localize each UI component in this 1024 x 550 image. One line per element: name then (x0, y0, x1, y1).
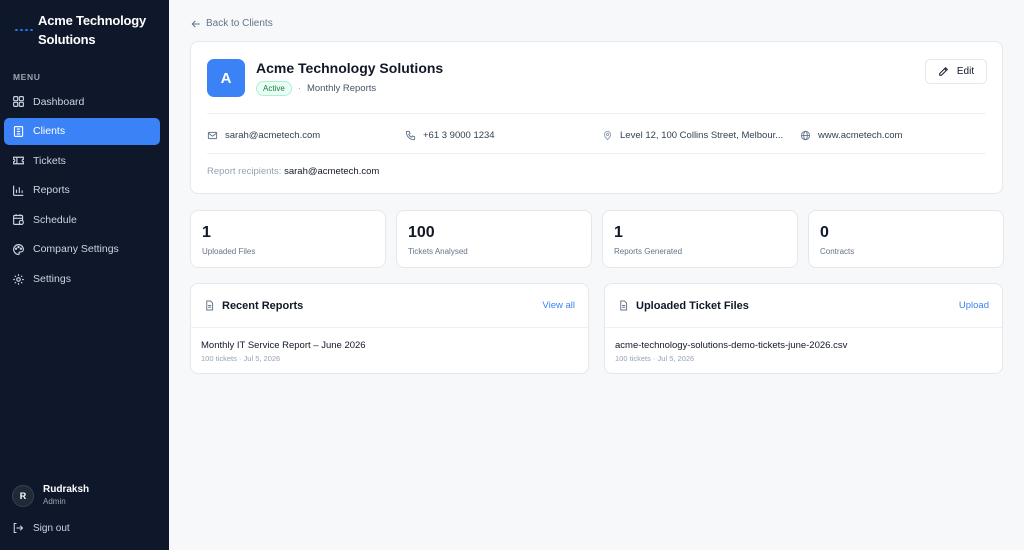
contact-address: Level 12, 100 Collins Street, Melbour... (602, 130, 783, 141)
sign-out-label: Sign out (33, 522, 70, 534)
recipients-value: sarah@acmetech.com (284, 166, 380, 177)
sidebar-nav: Dashboard Clients Tickets Reports Schedu… (4, 88, 160, 295)
user-name: Rudraksh (43, 484, 90, 495)
avatar: R (12, 484, 34, 507)
sidebar-item-label: Company Settings (33, 243, 119, 256)
status-badge: Active (256, 81, 292, 96)
recipients-label: Report recipients: (207, 166, 282, 177)
brand[interactable]: Acme Technology Solutions (13, 10, 165, 50)
client-name: Acme Technology Solutions (256, 60, 444, 76)
report-schedule: Monthly Reports (306, 83, 377, 94)
stat-value: 1 (614, 224, 623, 241)
sidebar-item-company-settings[interactable]: Company Settings (4, 236, 160, 263)
file-meta: 100 tickets · Jul 5, 2026 (615, 354, 695, 363)
stat-card-tickets-analysed: 100 Tickets Analysed (396, 210, 592, 268)
phone-icon (405, 130, 416, 141)
stat-label: Reports Generated (614, 247, 683, 256)
address-value: Level 12, 100 Collins Street, Melbour... (620, 130, 784, 141)
meta-separator: · (297, 83, 301, 94)
calendar-icon (13, 214, 24, 226)
stat-value: 1 (202, 224, 211, 241)
edit-button[interactable]: Edit (925, 59, 987, 84)
report-recipients: Report recipients: sarah@acmetech.com (207, 166, 379, 177)
sidebar-item-reports[interactable]: Reports (4, 177, 160, 204)
sidebar-item-tickets[interactable]: Tickets (4, 147, 160, 174)
sidebar-item-label: Settings (33, 273, 71, 286)
arrow-left-icon (191, 20, 200, 27)
client-details-card: A Acme Technology Solutions Active · Mon… (190, 41, 1003, 194)
stat-card-contracts: 0 Contracts (808, 210, 1004, 268)
document-icon (620, 300, 628, 311)
globe-icon (800, 130, 811, 141)
upload-link[interactable]: Upload (959, 300, 989, 311)
phone-value: +61 3 9000 1234 (423, 130, 495, 141)
panel-title: Uploaded Ticket Files (618, 300, 749, 312)
stat-value: 0 (820, 224, 829, 241)
divider (207, 153, 986, 154)
email-value: sarah@acmetech.com (225, 130, 321, 141)
divider (207, 113, 986, 114)
client-avatar: A (207, 59, 245, 97)
sign-out-button[interactable]: Sign out (12, 522, 70, 534)
ticket-icon (13, 156, 24, 165)
logo-icon (13, 26, 33, 34)
dashboard-icon (13, 96, 24, 107)
palette-icon (13, 244, 24, 255)
user-role: Admin (43, 497, 66, 506)
stat-label: Contracts (820, 247, 855, 256)
list-item[interactable]: Monthly IT Service Report – June 2026 10… (201, 340, 578, 363)
sidebar-item-clients[interactable]: Clients (4, 117, 160, 145)
stat-value: 100 (408, 224, 435, 241)
sidebar: Acme Technology Solutions MENU Dashboard… (0, 0, 169, 550)
sidebar-item-dashboard[interactable]: Dashboard (4, 88, 160, 115)
sidebar-item-label: Dashboard (33, 95, 85, 108)
stat-label: Tickets Analysed (408, 247, 468, 256)
file-name: acme-technology-solutions-demo-tickets-j… (615, 340, 848, 351)
view-all-link[interactable]: View all (542, 300, 575, 311)
uploaded-ticket-files-panel: Uploaded Ticket Files Upload acme-techno… (604, 283, 1003, 374)
list-item[interactable]: acme-technology-solutions-demo-tickets-j… (615, 340, 992, 363)
brand-name: Acme Technology Solutions (38, 13, 147, 47)
panel-title-text: Recent Reports (222, 299, 304, 312)
panel-header: Uploaded Ticket Files Upload (605, 284, 1002, 328)
panel-title-text: Uploaded Ticket Files (636, 299, 749, 312)
user-profile[interactable]: R Rudraksh Admin (12, 484, 89, 507)
contact-phone[interactable]: +61 3 9000 1234 (405, 130, 495, 141)
gear-icon (13, 273, 24, 285)
document-icon (206, 300, 214, 311)
back-to-clients-link[interactable]: Back to Clients (191, 18, 273, 29)
recent-reports-panel: Recent Reports View all Monthly IT Servi… (190, 283, 589, 374)
sidebar-item-settings[interactable]: Settings (4, 266, 160, 293)
sidebar-item-label: Reports (33, 184, 70, 197)
contact-email[interactable]: sarah@acmetech.com (207, 130, 320, 141)
map-pin-icon (603, 130, 612, 141)
sidebar-item-label: Clients (33, 125, 66, 138)
client-meta: Active · Monthly Reports (256, 81, 376, 96)
sidebar-item-schedule[interactable]: Schedule (4, 206, 160, 233)
website-value: www.acmetech.com (818, 130, 903, 141)
back-label: Back to Clients (206, 18, 273, 29)
clients-icon (13, 125, 24, 137)
panel-header: Recent Reports View all (191, 284, 588, 328)
sidebar-item-label: Tickets (33, 154, 66, 167)
stat-label: Uploaded Files (202, 247, 256, 256)
stat-card-reports-generated: 1 Reports Generated (602, 210, 798, 268)
chart-icon (13, 185, 24, 196)
sign-out-icon (13, 522, 24, 534)
sidebar-item-label: Schedule (33, 213, 77, 226)
mail-icon (207, 131, 218, 140)
edit-label: Edit (956, 66, 975, 77)
stat-card-uploaded-files: 1 Uploaded Files (190, 210, 386, 268)
report-title: Monthly IT Service Report – June 2026 (201, 340, 366, 351)
menu-label: MENU (13, 72, 41, 82)
report-meta: 100 tickets · Jul 5, 2026 (201, 354, 281, 363)
contact-website[interactable]: www.acmetech.com (800, 130, 902, 141)
panel-title: Recent Reports (204, 300, 303, 312)
pencil-icon (939, 66, 948, 76)
